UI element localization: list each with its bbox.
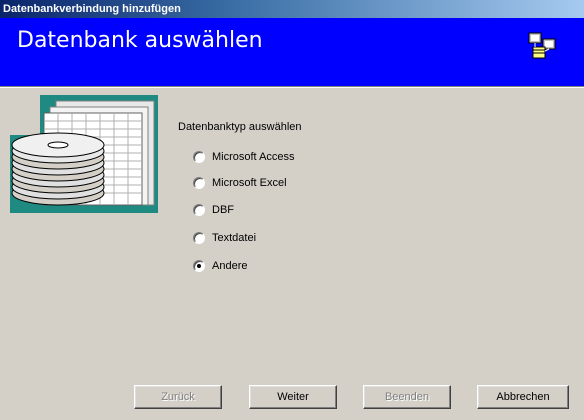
database-stack-icon xyxy=(10,95,158,213)
radio-button[interactable] xyxy=(193,151,205,163)
window-title: Datenbankverbindung hinzufügen xyxy=(3,3,181,15)
radio-button[interactable] xyxy=(193,177,205,189)
radio-dbf[interactable]: DBF xyxy=(193,202,234,218)
radio-label: Textdatei xyxy=(212,232,257,244)
finish-button[interactable]: Beenden xyxy=(363,385,451,409)
title-bar: Datenbankverbindung hinzufügen xyxy=(0,0,584,18)
radio-label: Andere xyxy=(212,260,248,272)
database-type-label: Datenbanktyp auswählen xyxy=(178,121,302,133)
radio-label: Microsoft Access xyxy=(212,151,295,163)
radio-textdatei[interactable]: Textdatei xyxy=(193,230,256,246)
radio-andere[interactable]: Andere xyxy=(193,258,247,274)
page-title: Datenbank auswählen xyxy=(17,28,263,53)
radio-selected-dot xyxy=(197,264,201,268)
dialog-window: Datenbankverbindung hinzufügen Datenbank… xyxy=(0,0,584,420)
radio-microsoft-access[interactable]: Microsoft Access xyxy=(193,149,295,165)
radio-label: Microsoft Excel xyxy=(212,177,287,189)
next-button[interactable]: Weiter xyxy=(249,385,337,409)
banner-separator xyxy=(0,86,584,88)
radio-microsoft-excel[interactable]: Microsoft Excel xyxy=(193,175,287,191)
radio-button[interactable] xyxy=(193,204,205,216)
cancel-button[interactable]: Abbrechen xyxy=(477,385,569,409)
radio-label: DBF xyxy=(212,204,234,216)
database-network-icon xyxy=(528,32,556,59)
disk-stack xyxy=(11,132,105,206)
radio-button-selected[interactable] xyxy=(193,260,205,272)
radio-button[interactable] xyxy=(193,232,205,244)
back-button[interactable]: Zurück xyxy=(134,385,222,409)
